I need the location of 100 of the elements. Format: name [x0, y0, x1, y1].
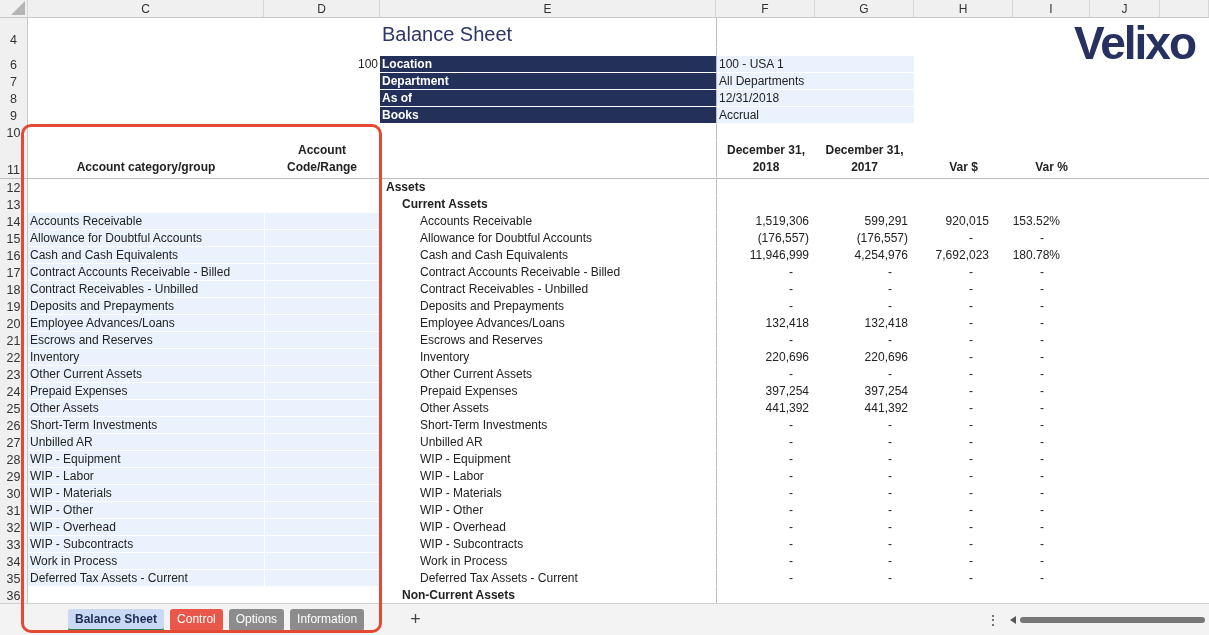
code-cell[interactable]: [264, 553, 380, 570]
more-button[interactable]: ⋮: [982, 611, 1004, 628]
amount-cell: -: [789, 435, 793, 449]
amount-cell: -: [1040, 350, 1044, 364]
code-cell[interactable]: [264, 485, 380, 502]
code-cell[interactable]: [264, 434, 380, 451]
filter-value[interactable]: 12/31/2018: [716, 90, 914, 107]
amount-cell: -: [789, 537, 793, 551]
account-name: Short-Term Investments: [420, 418, 548, 432]
amount-cell: -: [1040, 435, 1044, 449]
column-title: December 31, 2017: [824, 142, 905, 176]
account-name: WIP - Materials: [420, 486, 502, 500]
report-title: Balance Sheet: [382, 22, 513, 46]
row-number: 26: [0, 417, 28, 434]
category-cell: WIP - Labor: [28, 468, 264, 485]
code-cell[interactable]: [264, 400, 380, 417]
code-cell[interactable]: [264, 349, 380, 366]
code-cell[interactable]: [264, 332, 380, 349]
filter-value[interactable]: All Departments: [716, 73, 914, 90]
row-number: 15: [0, 230, 28, 247]
code-cell[interactable]: [264, 570, 380, 587]
code-cell[interactable]: [264, 383, 380, 400]
category-cell: WIP - Other: [28, 502, 264, 519]
amount-cell: -: [969, 520, 973, 534]
filter-value[interactable]: Accrual: [716, 107, 914, 124]
row-number: 12: [0, 179, 28, 196]
code-cell[interactable]: [264, 468, 380, 485]
code-cell[interactable]: [264, 230, 380, 247]
code-cell[interactable]: [264, 451, 380, 468]
filter-value[interactable]: 100 - USA 1: [716, 56, 914, 73]
account-name: Allowance for Doubtful Accounts: [420, 231, 593, 245]
amount-cell: -: [888, 469, 892, 483]
column-header[interactable]: H: [914, 0, 1013, 18]
amount-cell: -: [969, 469, 973, 483]
amount-cell: -: [789, 452, 793, 466]
column-header[interactable]: C: [28, 0, 264, 18]
row-number: 16: [0, 247, 28, 264]
code-cell[interactable]: [264, 315, 380, 332]
code-cell[interactable]: [264, 264, 380, 281]
account-name: Contract Accounts Receivable - Billed: [420, 265, 621, 279]
row-number: 34: [0, 553, 28, 570]
row-number: 31: [0, 502, 28, 519]
add-sheet-button[interactable]: +: [406, 609, 425, 630]
amount-cell: -: [789, 469, 793, 483]
filter-label: As of: [380, 90, 716, 107]
category-cell: Other Assets: [28, 400, 264, 417]
account-name: WIP - Subcontracts: [420, 537, 524, 551]
amount-cell: 153.52%: [1012, 214, 1060, 228]
code-cell[interactable]: [264, 502, 380, 519]
code-cell[interactable]: [264, 519, 380, 536]
amount-cell: 220,696: [765, 350, 809, 364]
amount-cell: -: [969, 316, 973, 330]
row-number: 7: [0, 73, 28, 90]
horizontal-scrollbar[interactable]: [1010, 615, 1205, 624]
select-all-icon[interactable]: [11, 1, 25, 15]
row-number: 33: [0, 536, 28, 553]
amount-cell: -: [1040, 367, 1044, 381]
row-number: 20: [0, 315, 28, 332]
category-cell: WIP - Equipment: [28, 451, 264, 468]
amount-cell: -: [1040, 282, 1044, 296]
amount-cell: -: [969, 418, 973, 432]
amount-cell: -: [969, 299, 973, 313]
row-number: 29: [0, 468, 28, 485]
amount-cell: -: [969, 571, 973, 585]
amount-cell: -: [969, 537, 973, 551]
column-header[interactable]: F: [716, 0, 815, 18]
column-title: Var $: [949, 159, 978, 176]
column-header[interactable]: E: [380, 0, 716, 18]
row-number: 28: [0, 451, 28, 468]
amount-cell: 397,254: [765, 384, 809, 398]
column-header[interactable]: J: [1090, 0, 1160, 18]
row-number: 23: [0, 366, 28, 383]
row-number: 19: [0, 298, 28, 315]
account-name: Work in Process: [420, 554, 508, 568]
sheet-tab[interactable]: Control: [170, 608, 223, 631]
amount-cell: -: [969, 452, 973, 466]
account-name: Deferred Tax Assets - Current: [420, 571, 578, 585]
row-number: 11: [0, 141, 28, 178]
amount-cell: -: [789, 299, 793, 313]
account-name: WIP - Other: [420, 503, 484, 517]
amount-cell: 599,291: [864, 214, 908, 228]
code-cell[interactable]: [264, 366, 380, 383]
code-cell[interactable]: [264, 298, 380, 315]
code-cell[interactable]: [264, 247, 380, 264]
code-cell[interactable]: [264, 417, 380, 434]
column-header[interactable]: I: [1013, 0, 1090, 18]
filter-label: Location: [380, 56, 716, 73]
row-number: 9: [0, 107, 28, 124]
category-cell: Contract Accounts Receivable - Billed: [28, 264, 264, 281]
code-cell[interactable]: [264, 536, 380, 553]
amount-cell: -: [789, 265, 793, 279]
sheet-tab[interactable]: Balance Sheet: [68, 608, 165, 631]
account-name: Cash and Cash Equivalents: [420, 248, 569, 262]
code-cell[interactable]: [264, 281, 380, 298]
column-header[interactable]: D: [264, 0, 380, 18]
amount-cell: -: [888, 435, 892, 449]
category-cell: WIP - Subcontracts: [28, 536, 264, 553]
column-header[interactable]: G: [815, 0, 914, 18]
code-cell[interactable]: [264, 213, 380, 230]
column-title: Var %: [1035, 159, 1068, 176]
